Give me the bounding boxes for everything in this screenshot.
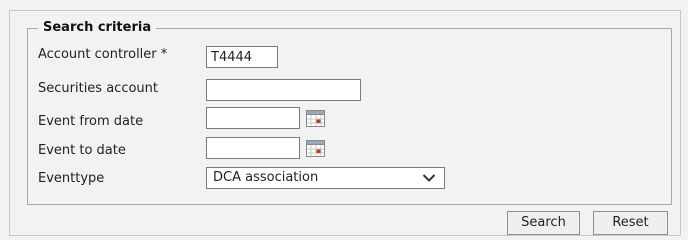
chevron-down-icon <box>422 174 436 182</box>
eventtype-label: Eventtype <box>38 171 105 186</box>
reset-button[interactable]: Reset <box>593 211 668 235</box>
eventtype-select[interactable]: DCA association <box>206 167 445 189</box>
event-from-date-input[interactable] <box>206 107 300 129</box>
event-from-date-label: Event from date <box>38 114 144 129</box>
account-controller-label: Account controller * <box>38 47 168 62</box>
securities-account-label: Securities account <box>38 81 158 96</box>
event-to-date-input[interactable] <box>206 137 300 159</box>
search-button[interactable]: Search <box>507 211 580 235</box>
account-controller-input[interactable] <box>206 46 278 68</box>
securities-account-input[interactable] <box>206 79 361 101</box>
event-to-date-label: Event to date <box>38 143 126 158</box>
calendar-icon[interactable] <box>306 140 325 157</box>
calendar-icon[interactable] <box>306 110 325 127</box>
search-criteria-legend: Search criteria <box>43 20 152 35</box>
eventtype-selected-value: DCA association <box>213 170 319 185</box>
